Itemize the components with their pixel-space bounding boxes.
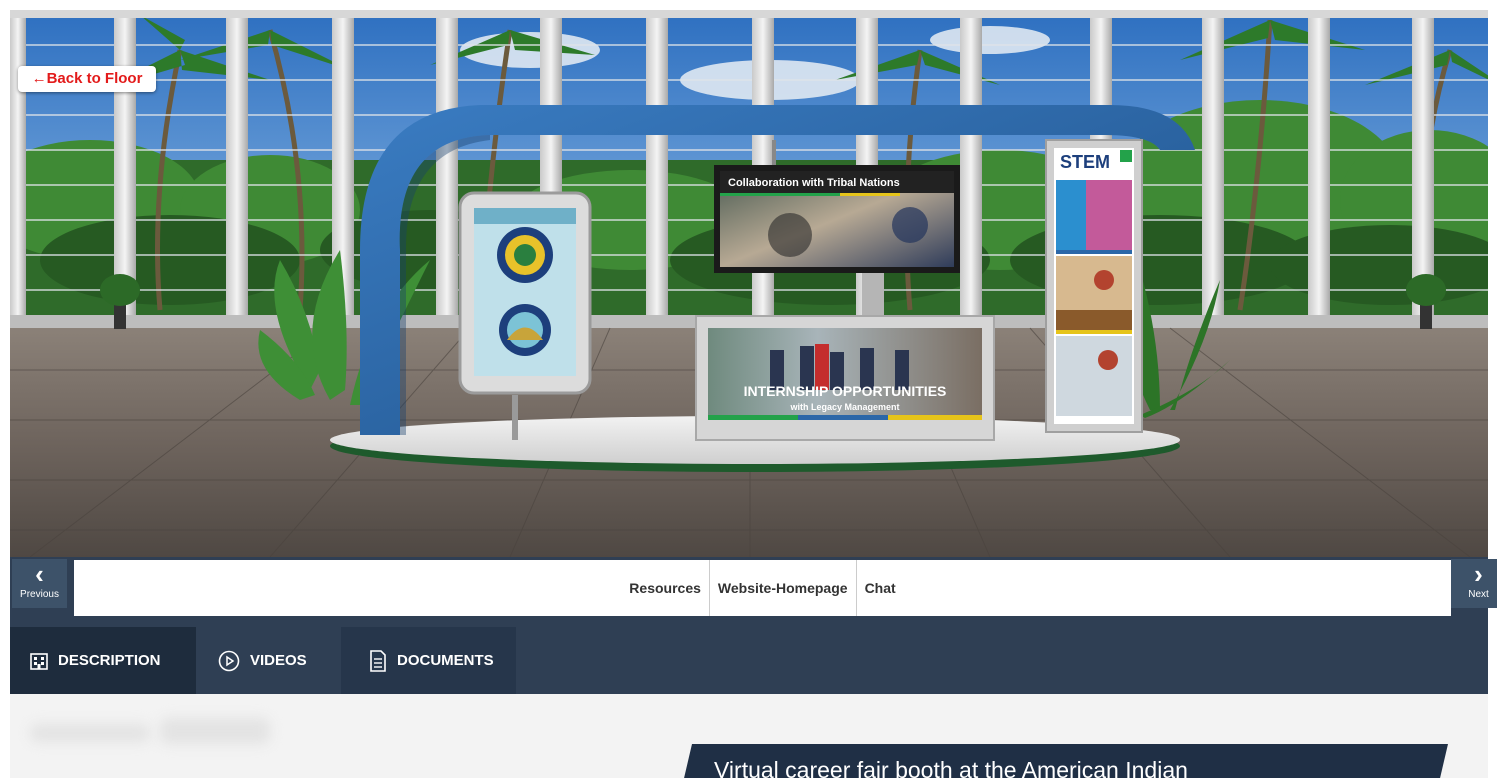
caption-box: Virtual career fair booth at the America… — [678, 744, 1448, 778]
tab-documents[interactable]: DOCUMENTS — [341, 627, 516, 694]
website-homepage-link[interactable]: Website-Homepage — [710, 560, 857, 616]
chevron-left-icon: ‹ — [35, 559, 44, 589]
tab-videos-label: VIDEOS — [250, 652, 307, 669]
tab-documents-label: DOCUMENTS — [397, 652, 494, 669]
booth-tabs: DESCRIPTION VIDEOS DOCUMENTS — [10, 627, 1488, 694]
chevron-right-icon: › — [1474, 559, 1483, 589]
resources-link[interactable]: Resources — [621, 560, 710, 616]
document-icon — [369, 649, 387, 672]
caption-text: Virtual career fair booth at the America… — [714, 757, 1188, 778]
chat-link[interactable]: Chat — [857, 560, 904, 616]
tab-description[interactable]: DESCRIPTION — [10, 627, 196, 694]
booth-scene: Collaboration with Tribal Nations INTERN… — [10, 10, 1488, 557]
booth-viewer: Collaboration with Tribal Nations INTERN… — [0, 0, 1497, 778]
play-circle-icon — [218, 650, 240, 672]
tower-label: STEM — [1060, 152, 1110, 172]
screen-title: Collaboration with Tribal Nations — [728, 177, 900, 189]
next-label: Next — [1468, 589, 1489, 600]
next-booth-button[interactable]: › Next — [1451, 559, 1497, 608]
description-panel: Virtual career fair booth at the America… — [10, 694, 1488, 778]
blurred-text — [30, 724, 150, 742]
booth-nav-strip: ‹ Previous Resources Website-Homepage Ch… — [10, 557, 1497, 627]
previous-booth-button[interactable]: ‹ Previous — [12, 559, 67, 608]
counter-title: INTERNSHIP OPPORTUNITIES — [744, 383, 947, 399]
booth-illustration: Collaboration with Tribal Nations INTERN… — [10, 10, 1488, 557]
previous-label: Previous — [20, 589, 59, 600]
booth-links-bar: Resources Website-Homepage Chat — [74, 560, 1451, 616]
blurred-logo — [160, 718, 270, 744]
tab-videos[interactable]: VIDEOS — [196, 627, 341, 694]
tab-description-label: DESCRIPTION — [58, 652, 161, 669]
back-to-floor-button[interactable]: ←Back to Floor — [18, 66, 156, 92]
counter-subtitle: with Legacy Management — [789, 402, 899, 412]
building-icon — [30, 652, 48, 670]
